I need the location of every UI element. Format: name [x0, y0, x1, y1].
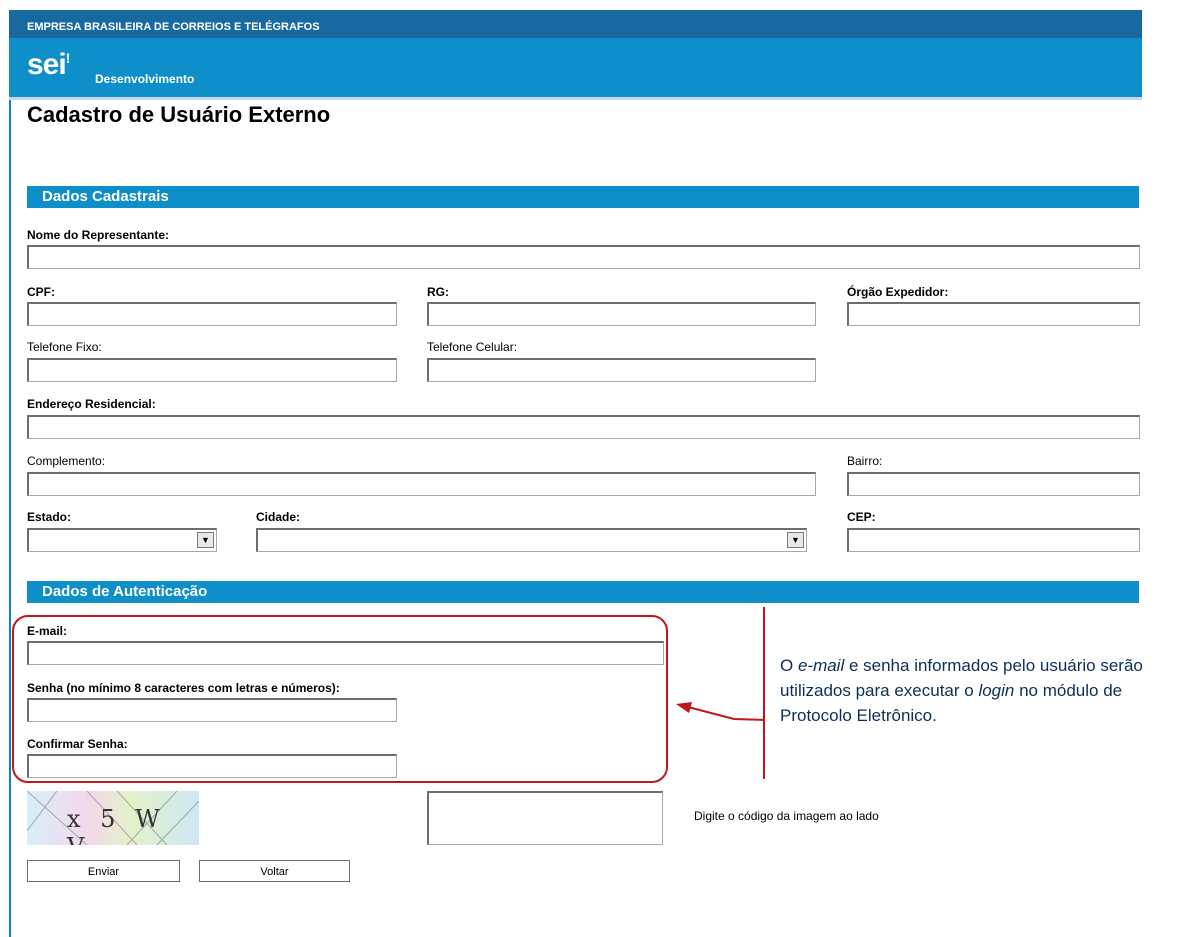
captcha-text: x 5 W V	[67, 805, 166, 845]
environment-label: Desenvolvimento	[95, 72, 195, 86]
nome-input[interactable]	[27, 245, 1140, 269]
captcha-instruction: Digite o código da imagem ao lado	[694, 809, 879, 823]
telefone-fixo-input[interactable]	[27, 358, 397, 382]
label-telefone-fixo: Telefone Fixo:	[27, 340, 102, 354]
cidade-select[interactable]: ▼	[256, 528, 807, 552]
label-endereco: Endereço Residencial:	[27, 397, 156, 411]
captcha-input[interactable]	[427, 791, 663, 845]
page-title: Cadastro de Usuário Externo	[27, 102, 331, 127]
estado-select[interactable]: ▼	[27, 528, 217, 552]
complemento-input[interactable]	[27, 472, 816, 496]
logo-mark: !	[65, 50, 71, 66]
label-orgao: Órgão Expedidor:	[847, 285, 949, 299]
app-header	[9, 38, 1142, 100]
chevron-down-icon[interactable]: ▼	[787, 532, 804, 548]
callout-highlight-box	[12, 615, 668, 783]
telefone-celular-input[interactable]	[427, 358, 816, 382]
label-complemento: Complemento:	[27, 454, 106, 468]
label-rg: RG:	[427, 285, 449, 299]
section-dados-autenticacao: Dados de Autenticação	[27, 581, 1139, 603]
label-bairro: Bairro:	[847, 454, 883, 468]
callout-text: O e-mail e senha informados pelo usuário…	[780, 656, 1143, 725]
organization-name: EMPRESA BRASILEIRA DE CORREIOS E TELÉGRA…	[27, 21, 320, 33]
back-button[interactable]: Voltar	[199, 860, 350, 882]
label-estado: Estado:	[27, 510, 72, 524]
cpf-input[interactable]	[27, 302, 397, 326]
label-cep: CEP:	[847, 510, 876, 524]
sei-logo[interactable]: sei!	[27, 48, 71, 82]
section-dados-cadastrais: Dados Cadastrais	[27, 186, 1139, 208]
chevron-down-icon[interactable]: ▼	[197, 532, 214, 548]
label-telefone-celular: Telefone Celular:	[427, 340, 518, 354]
arrow-left-icon	[676, 702, 766, 721]
bairro-input[interactable]	[847, 472, 1140, 496]
endereco-input[interactable]	[27, 415, 1140, 439]
label-cpf: CPF:	[27, 285, 55, 299]
rg-input[interactable]	[427, 302, 816, 326]
cep-input[interactable]	[847, 528, 1140, 552]
submit-button[interactable]: Enviar	[27, 860, 180, 882]
captcha-image: x 5 W V	[27, 791, 199, 845]
logo-text: sei	[27, 48, 67, 81]
left-border	[9, 10, 11, 937]
label-nome: Nome do Representante:	[27, 228, 170, 242]
callout-divider-line	[763, 607, 765, 779]
label-cidade: Cidade:	[256, 510, 301, 524]
orgao-input[interactable]	[847, 302, 1140, 326]
